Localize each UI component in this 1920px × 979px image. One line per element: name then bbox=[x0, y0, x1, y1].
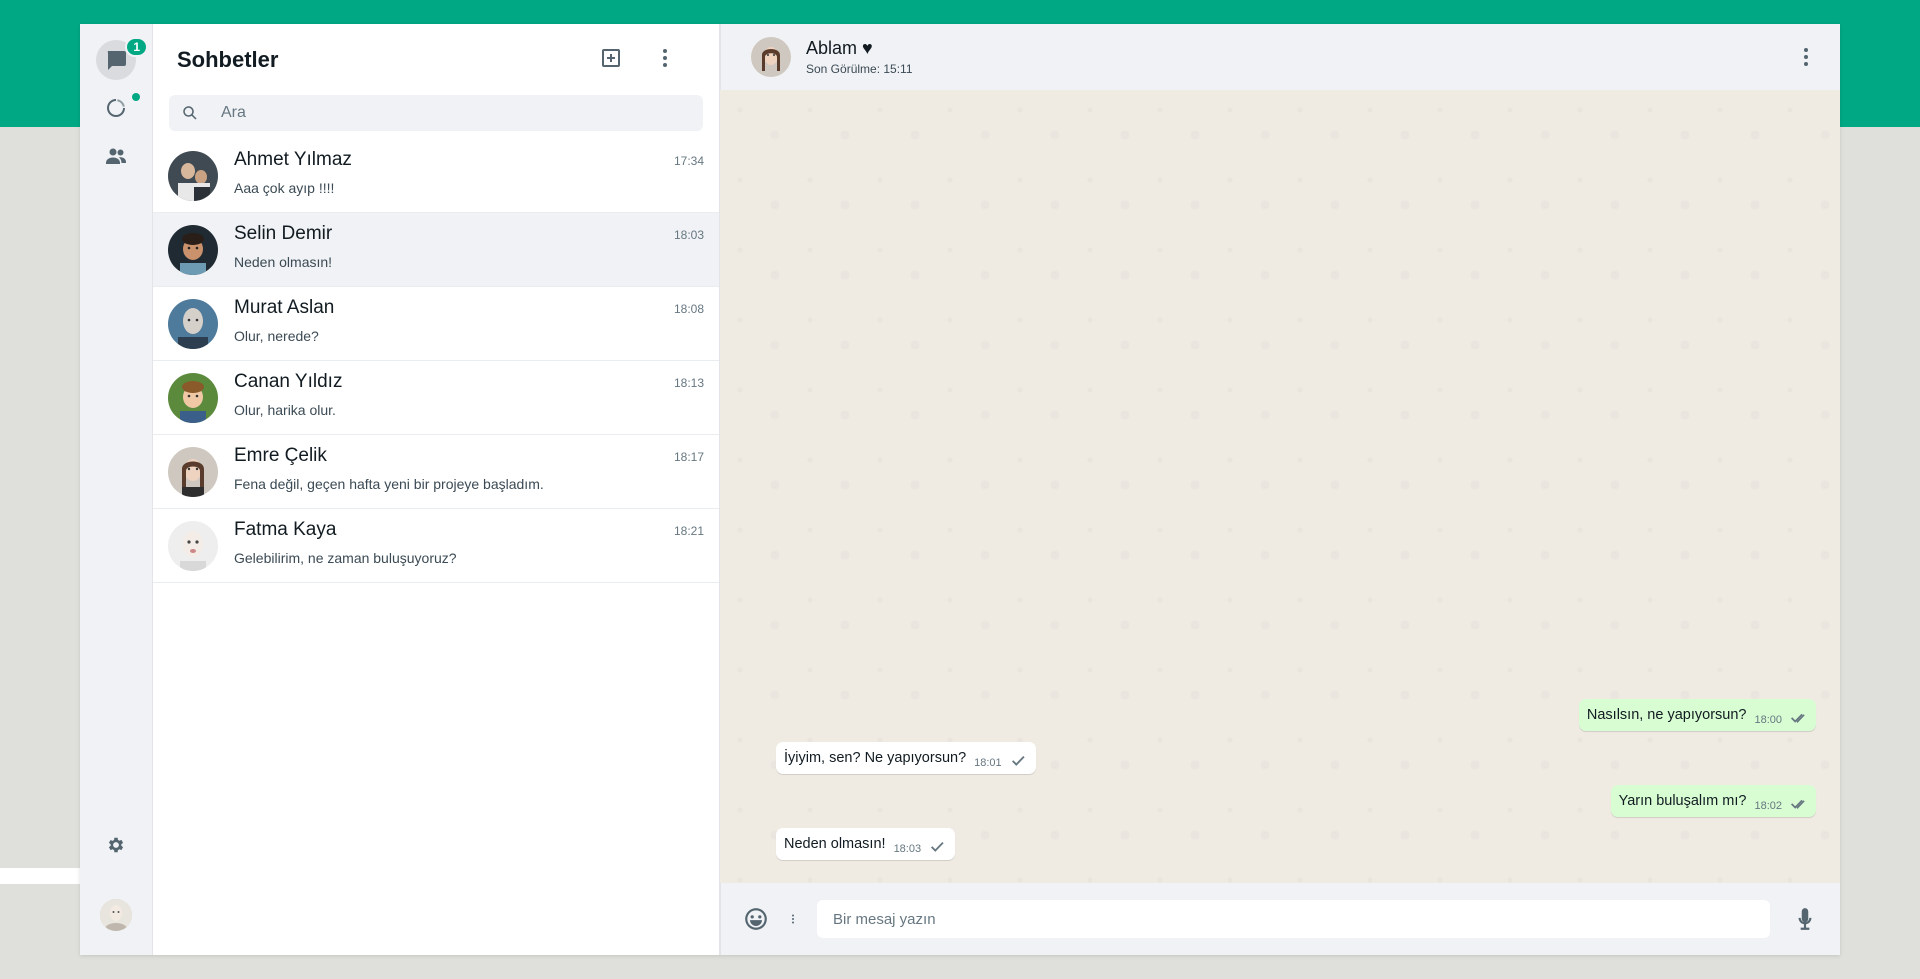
chat-last-message: Fena değil, geçen hafta yeni bir projeye… bbox=[234, 476, 544, 492]
chat-list-panel: Sohbetler Ahmet Yılmaz Aaa çok ayıp !! bbox=[153, 24, 720, 955]
app-window: 1 Sohbetler Ara Ahmet Yılmaz Aaa çok ayı… bbox=[80, 24, 1840, 955]
chat-list-header: Sohbetler bbox=[153, 24, 719, 95]
chat-name: Fatma Kaya bbox=[234, 519, 337, 540]
message-input[interactable] bbox=[817, 900, 1770, 938]
chat-last-message: Gelebilirim, ne zaman buluşuyoruz? bbox=[234, 550, 457, 566]
chat-icon bbox=[104, 48, 128, 72]
check-icon bbox=[929, 840, 945, 854]
profile-avatar[interactable] bbox=[100, 899, 132, 931]
avatar bbox=[168, 150, 218, 201]
message-bubble-outgoing[interactable]: Nasılsın, ne yapıyorsun? 18:00 bbox=[1578, 699, 1816, 731]
chat-time: 18:08 bbox=[673, 302, 704, 316]
chat-time: 17:34 bbox=[673, 154, 704, 168]
status-icon bbox=[104, 96, 128, 120]
communities-nav-button[interactable] bbox=[96, 136, 136, 176]
avatar bbox=[168, 446, 218, 497]
unread-badge: 1 bbox=[125, 37, 148, 57]
emoji-icon[interactable] bbox=[743, 906, 769, 932]
chat-item-emre[interactable]: Emre Çelik Fena değil, geçen hafta yeni … bbox=[153, 435, 719, 509]
chat-last-message: Olur, nerede? bbox=[234, 328, 319, 344]
conversation-panel: Ablam ♥ Son Görülme: 15:11 Nasılsın, ne … bbox=[720, 24, 1840, 955]
search-icon bbox=[181, 104, 199, 122]
double-check-icon bbox=[1790, 797, 1806, 811]
chat-time: 18:03 bbox=[673, 228, 704, 242]
check-icon bbox=[1010, 754, 1026, 768]
attach-menu-icon[interactable] bbox=[787, 906, 799, 932]
new-chat-icon[interactable] bbox=[599, 46, 623, 70]
message-text: İyiyim, sen? Ne yapıyorsun? bbox=[784, 750, 967, 766]
avatar bbox=[168, 224, 218, 275]
search-input[interactable] bbox=[221, 104, 691, 122]
settings-icon bbox=[106, 835, 126, 855]
message-area: Nasılsın, ne yapıyorsun? 18:00 İyiyim, s… bbox=[720, 90, 1840, 883]
nav-rail: 1 bbox=[80, 24, 153, 955]
message-bubble-incoming[interactable]: Neden olmasın! 18:03 bbox=[776, 828, 956, 860]
chat-item-fatma[interactable]: Fatma Kaya Gelebilirim, ne zaman buluşuy… bbox=[153, 509, 719, 583]
chat-list: Ahmet Yılmaz Aaa çok ayıp !!!! 17:34 Sel… bbox=[153, 139, 719, 583]
page-title: Sohbetler bbox=[177, 46, 279, 72]
chat-time: 18:21 bbox=[673, 524, 704, 538]
message-composer bbox=[720, 883, 1840, 955]
status-nav-button[interactable] bbox=[96, 88, 140, 128]
message-time: 18:03 bbox=[893, 843, 922, 855]
chat-name: Emre Çelik bbox=[234, 445, 327, 466]
message-text: Nasılsın, ne yapıyorsun? bbox=[1586, 707, 1747, 723]
contact-name: Ablam ♥ bbox=[806, 38, 873, 58]
avatar bbox=[168, 298, 218, 349]
message-bubble-incoming[interactable]: İyiyim, sen? Ne yapıyorsun? 18:01 bbox=[776, 742, 1036, 774]
conversation-menu-icon[interactable] bbox=[1794, 45, 1818, 69]
chat-item-canan[interactable]: Canan Yıldız Olur, harika olur. 18:13 bbox=[153, 361, 719, 435]
message-time: 18:02 bbox=[1754, 800, 1782, 812]
avatar bbox=[168, 520, 218, 571]
message-text: Neden olmasın! bbox=[784, 836, 886, 852]
message-time: 18:01 bbox=[974, 757, 1002, 769]
menu-icon[interactable] bbox=[653, 46, 677, 70]
message-text: Yarın buluşalım mı? bbox=[1618, 793, 1747, 809]
search-box bbox=[169, 95, 703, 131]
chat-name: Selin Demir bbox=[234, 223, 333, 244]
message-bubble-outgoing[interactable]: Yarın buluşalım mı? 18:02 bbox=[1610, 785, 1816, 817]
contact-avatar[interactable] bbox=[751, 37, 791, 77]
message-time: 18:00 bbox=[1754, 714, 1782, 726]
chat-last-message: Neden olmasın! bbox=[234, 254, 333, 270]
chat-time: 18:17 bbox=[673, 450, 704, 464]
chat-name: Canan Yıldız bbox=[234, 371, 343, 392]
last-seen: Son Görülme: 15:11 bbox=[806, 62, 913, 76]
conversation-header[interactable]: Ablam ♥ Son Görülme: 15:11 bbox=[720, 24, 1840, 90]
microphone-icon[interactable] bbox=[1792, 906, 1818, 932]
chat-last-message: Olur, harika olur. bbox=[234, 402, 336, 418]
chats-nav-button[interactable]: 1 bbox=[96, 37, 148, 80]
chat-last-message: Aaa çok ayıp !!!! bbox=[234, 180, 335, 196]
settings-nav-button[interactable] bbox=[96, 825, 136, 865]
double-check-icon bbox=[1790, 711, 1806, 725]
avatar bbox=[168, 372, 218, 423]
chat-name: Murat Aslan bbox=[234, 297, 335, 318]
chat-name: Ahmet Yılmaz bbox=[234, 149, 352, 170]
communities-icon bbox=[104, 144, 128, 168]
chat-item-murat[interactable]: Murat Aslan Olur, nerede? 18:08 bbox=[153, 287, 719, 361]
chat-item-selin[interactable]: Selin Demir Neden olmasın! 18:03 bbox=[153, 213, 719, 287]
chat-time: 18:13 bbox=[673, 376, 704, 390]
status-dot bbox=[132, 93, 140, 101]
chat-item-ahmet[interactable]: Ahmet Yılmaz Aaa çok ayıp !!!! 17:34 bbox=[153, 139, 719, 213]
